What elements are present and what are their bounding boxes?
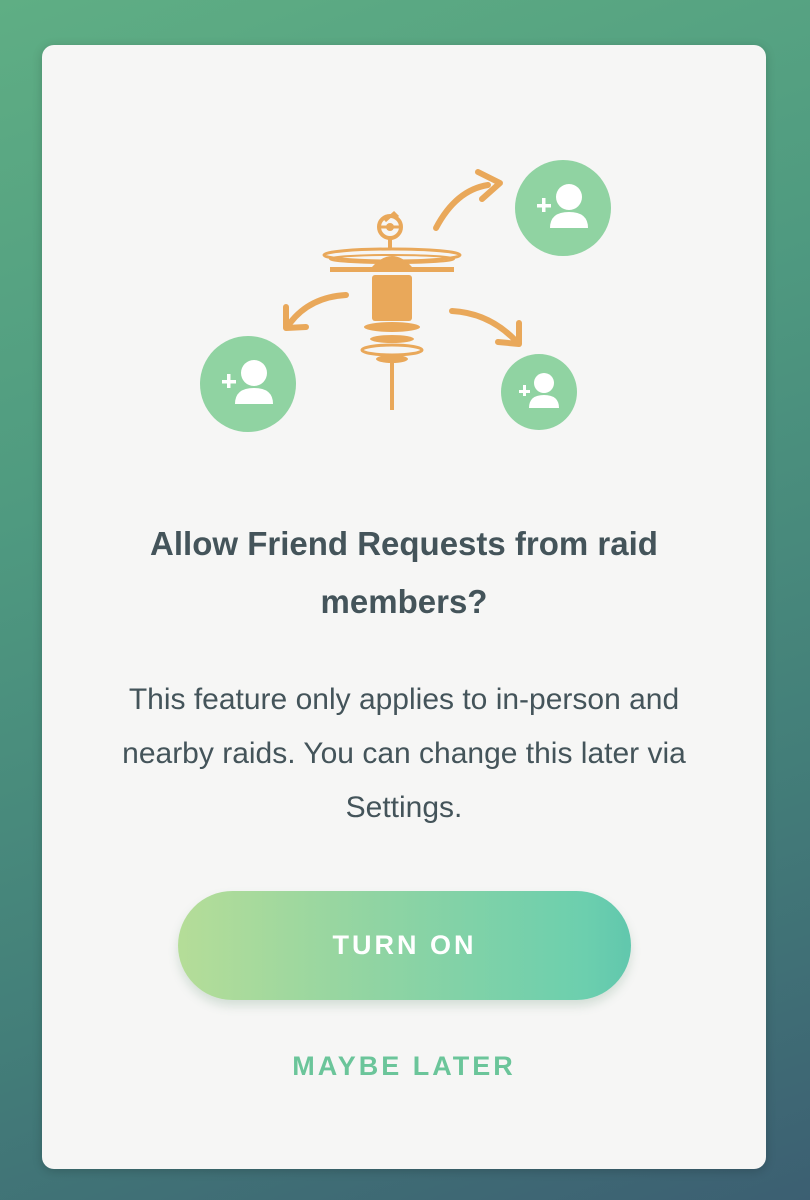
arrow-icon: [283, 292, 349, 331]
turn-on-button[interactable]: TURN ON: [178, 891, 631, 1000]
gym-icon: [322, 210, 462, 410]
friend-request-dialog: Allow Friend Requests from raid members?…: [42, 45, 766, 1169]
dialog-description: This feature only applies to in-person a…: [122, 683, 686, 824]
arrow-icon: [449, 308, 522, 347]
raid-illustration: [200, 160, 611, 432]
add-friend-icon: [200, 336, 296, 432]
maybe-later-button[interactable]: MAYBE LATER: [204, 1041, 604, 1091]
dialog-title: Allow Friend Requests from raid members?: [150, 525, 658, 620]
add-friend-icon: [501, 354, 577, 430]
add-friend-icon: [515, 160, 611, 256]
arrow-icon: [433, 169, 503, 231]
